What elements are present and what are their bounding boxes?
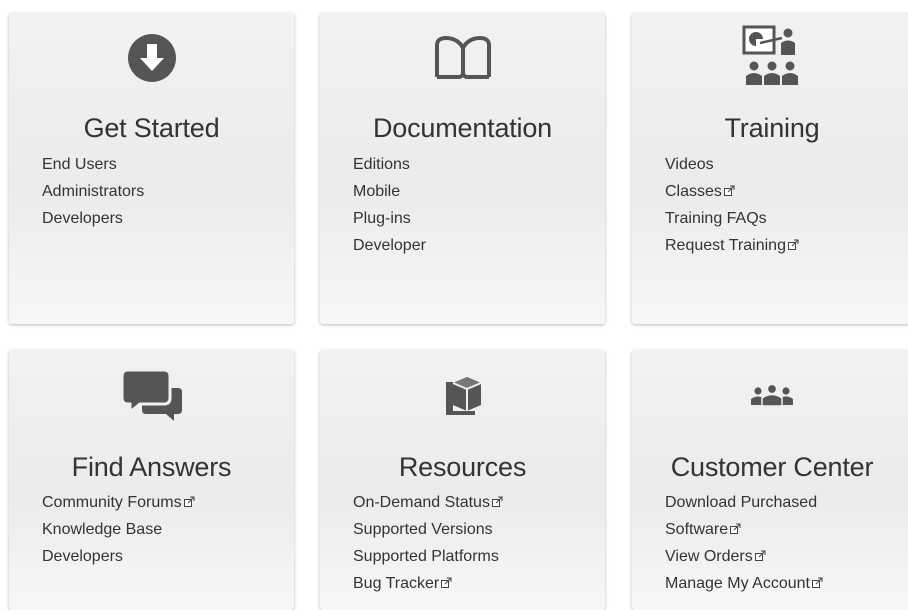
external-link-icon	[754, 550, 766, 561]
link-list: End Users Administrators Developers	[42, 151, 144, 232]
link-supported-versions[interactable]: Supported Versions	[353, 516, 503, 543]
external-link-icon	[441, 577, 452, 588]
external-link-icon	[491, 496, 503, 507]
link-on-demand-status[interactable]: On-Demand Status	[353, 489, 503, 516]
link-developers[interactable]: Developers	[42, 543, 195, 570]
link-administrators[interactable]: Administrators	[42, 178, 144, 205]
card-get-started: Get Started End Users Administrators Dev…	[9, 13, 294, 324]
package-cube-icon	[320, 350, 605, 440]
card-training: Training Videos Classes Training FAQs Re…	[632, 13, 908, 324]
link-view-orders[interactable]: View Orders	[665, 543, 823, 570]
card-title: Training	[724, 113, 820, 143]
external-link-icon	[811, 577, 823, 588]
link-videos[interactable]: Videos	[665, 151, 799, 178]
link-mobile[interactable]: Mobile	[353, 178, 426, 205]
link-list: Community Forums Knowledge Base Develope…	[42, 489, 195, 570]
link-plug-ins[interactable]: Plug-ins	[353, 205, 426, 232]
card-resources: Resources On-Demand Status Supported Ver…	[320, 350, 605, 610]
download-arrow-icon	[9, 13, 294, 103]
open-book-icon	[320, 13, 605, 103]
card-customer-center: Customer Center Download Purchased Softw…	[632, 350, 908, 610]
link-list: Editions Mobile Plug-ins Developer	[353, 151, 426, 259]
link-download-purchased[interactable]: Download Purchased	[665, 489, 823, 516]
link-supported-platforms[interactable]: Supported Platforms	[353, 543, 503, 570]
chat-bubbles-icon	[9, 350, 294, 440]
card-documentation: Documentation Editions Mobile Plug-ins D…	[320, 13, 605, 324]
link-list: On-Demand Status Supported Versions Supp…	[353, 489, 503, 597]
link-software[interactable]: Software	[665, 516, 823, 543]
user-group-icon	[632, 350, 908, 440]
link-bug-tracker[interactable]: Bug Tracker	[353, 570, 503, 597]
link-developers[interactable]: Developers	[42, 205, 144, 232]
link-manage-my-account[interactable]: Manage My Account	[665, 570, 823, 597]
external-link-icon	[183, 496, 195, 507]
link-community-forums[interactable]: Community Forums	[42, 489, 195, 516]
external-link-icon	[787, 239, 799, 250]
link-editions[interactable]: Editions	[353, 151, 426, 178]
link-end-users[interactable]: End Users	[42, 151, 144, 178]
presentation-icon	[632, 13, 908, 103]
link-list: Videos Classes Training FAQs Request Tra…	[665, 151, 799, 259]
card-title: Documentation	[372, 113, 552, 143]
link-knowledge-base[interactable]: Knowledge Base	[42, 516, 195, 543]
external-link-icon	[723, 185, 735, 196]
link-training-faqs[interactable]: Training FAQs	[665, 205, 799, 232]
link-list: Download Purchased Software View Orders …	[665, 489, 823, 597]
external-link-icon	[730, 523, 741, 534]
card-title: Resources	[398, 452, 527, 482]
link-classes[interactable]: Classes	[665, 178, 799, 205]
link-request-training[interactable]: Request Training	[665, 232, 799, 259]
link-developer[interactable]: Developer	[353, 232, 426, 259]
card-title: Customer Center	[670, 452, 874, 482]
card-title: Find Answers	[71, 452, 232, 482]
card-find-answers: Find Answers Community Forums Knowledge …	[9, 350, 294, 610]
card-title: Get Started	[83, 113, 220, 143]
